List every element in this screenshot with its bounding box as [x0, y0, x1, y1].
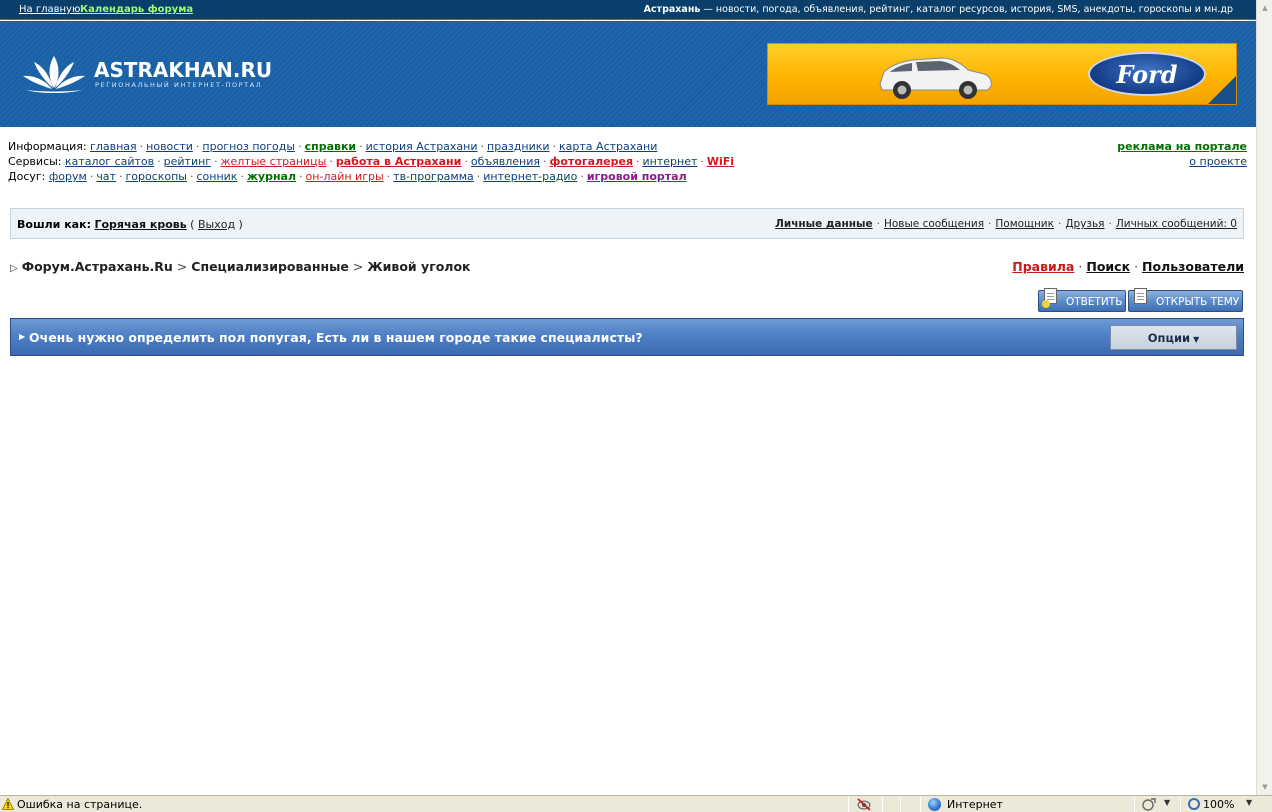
document-icon: [1134, 288, 1147, 304]
zoom-dropdown-arrow-icon[interactable]: ▼: [1246, 798, 1252, 807]
breadcrumb-triangle-icon: ▷: [10, 263, 18, 274]
nav-link-jobs[interactable]: работа в Астрахани: [336, 155, 462, 168]
user-bar: Вошли как: Горячая кровь ( Выход ) Личны…: [10, 208, 1244, 239]
scroll-down-arrow-icon[interactable]: ▼: [1259, 781, 1271, 793]
nav-link-magazine[interactable]: журнал: [247, 170, 296, 183]
car-image-icon: [879, 57, 992, 99]
friends-link[interactable]: Друзья: [1065, 218, 1104, 230]
security-zone: Интернет: [947, 798, 1003, 811]
nav-link-map[interactable]: карта Астрахани: [559, 140, 657, 153]
breadcrumb: ▷ Форум.Астрахань.Ru > Специализированные > Ж…: [10, 259, 471, 274]
nav-link-weather[interactable]: прогноз погоды: [202, 140, 295, 153]
nav-link-rating[interactable]: рейтинг: [164, 155, 211, 168]
nav-link-wifi[interactable]: WiFi: [707, 155, 734, 168]
breadcrumb-forum[interactable]: Форум.Астрахань.Ru: [22, 259, 173, 274]
site-header: ASTRAKHAN.RU РЕГИОНАЛЬНЫЙ ИНТЕРНЕТ-ПОРТА…: [0, 21, 1256, 127]
add-icon: [1042, 300, 1050, 308]
nav-link-history[interactable]: история Астрахани: [366, 140, 478, 153]
nav-row-services: Сервисы: каталог сайтов · рейтинг · желтые с…: [8, 155, 735, 168]
scroll-up-arrow-icon[interactable]: ▲: [1259, 2, 1271, 14]
new-topic-button[interactable]: ОТКРЫТЬ ТЕМУ: [1128, 288, 1243, 312]
lotus-logo-icon[interactable]: [20, 54, 88, 96]
new-posts-link[interactable]: Новые сообщения: [884, 218, 984, 230]
nav-right-links: реклама на портале о проекте: [1117, 139, 1247, 169]
nav-label-services: Сервисы:: [8, 155, 62, 168]
nav-link-online-games[interactable]: он-лайн игры: [306, 170, 384, 183]
nav-link-catalog[interactable]: каталог сайтов: [65, 155, 154, 168]
helper-link[interactable]: Помощник: [995, 218, 1054, 230]
users-link[interactable]: Пользователи: [1142, 259, 1244, 274]
nav-link-reference[interactable]: справки: [305, 140, 357, 153]
forum-links: Правила · Поиск · Пользователи: [1012, 259, 1244, 274]
options-dropdown[interactable]: Опции ▼: [1110, 325, 1237, 350]
nav-link-chat[interactable]: чат: [96, 170, 116, 183]
vertical-scrollbar[interactable]: ▲ ▼: [1256, 0, 1272, 795]
rules-link[interactable]: Правила: [1012, 259, 1074, 274]
nav-link-radio[interactable]: интернет-радио: [483, 170, 577, 183]
nav-row-info: Информация: главная · новости · прогноз пого…: [8, 140, 658, 153]
portal-navigation: Информация: главная · новости · прогноз пого…: [8, 139, 734, 184]
dropdown-arrow-icon[interactable]: ▼: [1164, 798, 1170, 807]
nav-link-photogallery[interactable]: фотогалерея: [550, 155, 634, 168]
browser-viewport: На главную Календарь форума Астрахань — …: [0, 0, 1256, 795]
reply-button-label: ОТВЕТИТЬ: [1066, 296, 1123, 308]
nav-link-ads[interactable]: объявления: [471, 155, 540, 168]
nav-link-yellow-pages[interactable]: желтые страницы: [221, 155, 327, 168]
forum-calendar-link[interactable]: Календарь форума: [80, 4, 193, 15]
ford-logo-icon: Ford: [1088, 52, 1206, 96]
logged-in-label: Вошли как:: [17, 218, 91, 231]
nav-link-horoscopes[interactable]: гороскопы: [125, 170, 187, 183]
search-link[interactable]: Поиск: [1086, 259, 1130, 274]
reply-button[interactable]: ОТВЕТИТЬ: [1038, 288, 1126, 312]
site-tagline: — новости, погода, объявления, рейтинг, …: [700, 4, 1233, 15]
privacy-eye-icon[interactable]: [856, 797, 872, 812]
site-description: Астрахань — новости, погода, объявления,…: [644, 4, 1233, 15]
protected-mode-icon[interactable]: [1142, 798, 1156, 811]
breadcrumb-subforum[interactable]: Живой уголок: [367, 259, 470, 274]
caret-down-icon: ▼: [1193, 335, 1200, 344]
nav-link-forum[interactable]: форум: [49, 170, 87, 183]
logout-link[interactable]: Выход: [198, 218, 235, 231]
logo-subtitle: РЕГИОНАЛЬНЫЙ ИНТЕРНЕТ-ПОРТАЛ: [95, 81, 263, 89]
advertise-link[interactable]: реклама на портале: [1117, 140, 1247, 153]
new-topic-button-label: ОТКРЫТЬ ТЕМУ: [1156, 296, 1240, 308]
nav-row-leisure: Досуг: форум · чат · гороскопы · сонник · журнал…: [8, 170, 687, 183]
profile-link[interactable]: Личные данные: [775, 218, 873, 230]
browser-status-bar: Ошибка на странице. Интернет ▼ 100% ▼: [0, 795, 1272, 812]
top-strip: На главную Календарь форума Астрахань — …: [0, 0, 1256, 20]
warning-icon[interactable]: [2, 798, 14, 810]
site-name: Астрахань: [643, 4, 701, 15]
nav-link-holidays[interactable]: праздники: [487, 140, 550, 153]
logo-title[interactable]: ASTRAKHAN.RU: [94, 58, 272, 82]
zoom-icon[interactable]: [1188, 798, 1200, 810]
thread-arrow-icon: ▶: [19, 332, 26, 341]
nav-label-info: Информация:: [8, 140, 87, 153]
private-messages-link[interactable]: Личных сообщений: 0: [1116, 218, 1237, 230]
ford-brand-text: Ford: [1116, 60, 1178, 89]
nav-link-news[interactable]: новости: [146, 140, 193, 153]
nav-link-internet[interactable]: интернет: [643, 155, 698, 168]
internet-globe-icon: [928, 798, 941, 811]
options-dropdown-label: Опции ▼: [1147, 331, 1200, 345]
breadcrumb-section[interactable]: Специализированные: [191, 259, 349, 274]
nav-link-dreambook[interactable]: сонник: [197, 170, 238, 183]
thread-title-bar: ▶ Очень нужно определить пол попугая, Ес…: [10, 318, 1244, 356]
home-link[interactable]: На главную: [19, 4, 80, 15]
nav-link-main[interactable]: главная: [90, 140, 137, 153]
nav-link-game-portal[interactable]: игровой портал: [587, 170, 687, 183]
login-status: Вошли как: Горячая кровь ( Выход ): [17, 218, 243, 231]
about-link[interactable]: о проекте: [1189, 155, 1247, 168]
thread-title: Очень нужно определить пол попугая, Есть…: [29, 330, 643, 345]
username-link[interactable]: Горячая кровь: [94, 218, 186, 231]
zoom-level[interactable]: 100%: [1203, 798, 1234, 811]
ford-ad-banner[interactable]: Ford: [767, 43, 1237, 105]
banner-corner: [1208, 76, 1236, 104]
status-message: Ошибка на странице.: [17, 798, 143, 811]
nav-label-leisure: Досуг:: [8, 170, 46, 183]
nav-link-tv[interactable]: тв-программа: [393, 170, 474, 183]
user-links: Личные данные · Новые сообщения · Помощник · Д…: [775, 218, 1237, 230]
